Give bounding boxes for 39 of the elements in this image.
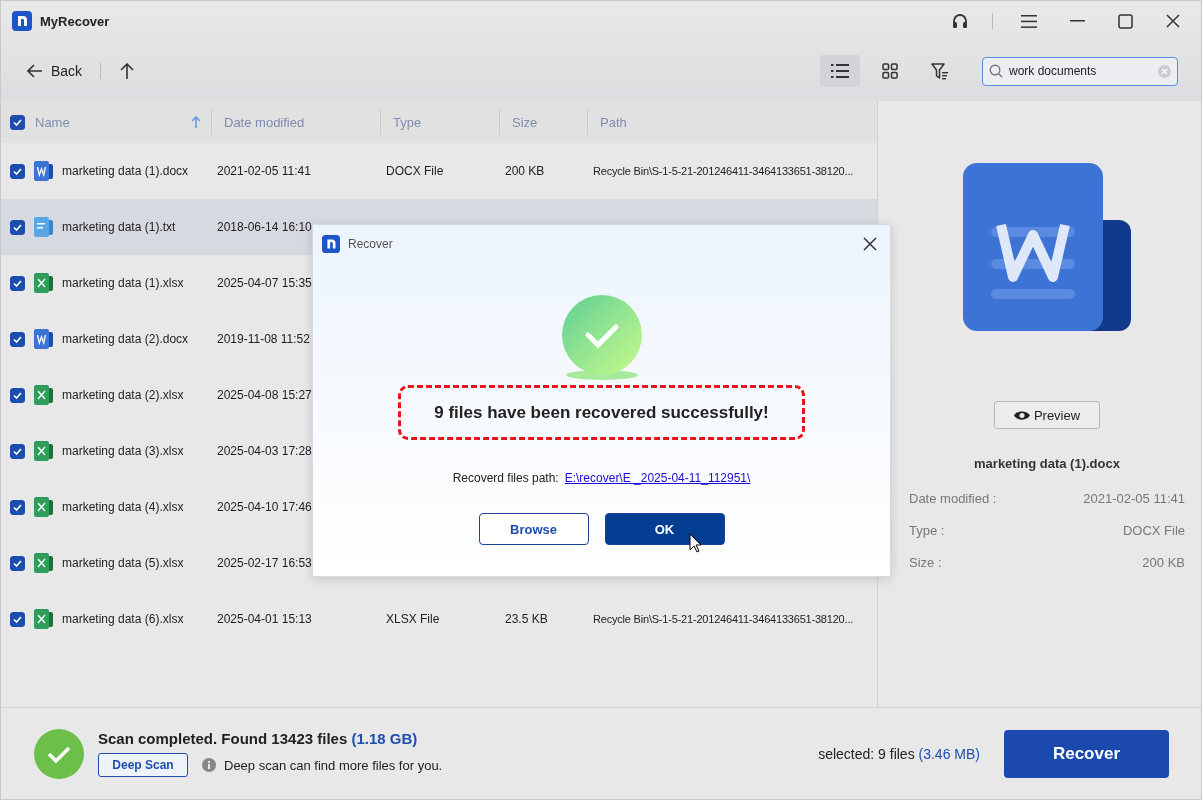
preview-file-name: marketing data (1).docx bbox=[974, 456, 1120, 471]
dialog-title: Recover bbox=[348, 237, 394, 251]
detail-value: 200 KB bbox=[1142, 555, 1185, 570]
file-name: marketing data (5).xlsx bbox=[62, 556, 184, 570]
date-cell-text: 2021-02-05 11:41 bbox=[216, 164, 312, 178]
path-cell-text: Recycle Bin\S-1-5-21-201246411-3464133651-38120... bbox=[592, 613, 855, 625]
scan-status-text: Scan completed. Found 13423 files (1.18 GB) bbox=[98, 730, 419, 747]
path-cell-text: Recycle Bin\S-1-5-21-201246411-3464133651-38120... bbox=[592, 165, 855, 177]
detail-label: Size : bbox=[909, 555, 942, 570]
path-label: Recoverd files path: bbox=[452, 471, 559, 485]
app-title: MyRecover bbox=[40, 13, 111, 29]
detail-label: Type : bbox=[909, 523, 945, 538]
date-cell-text: 2019-11-08 11:52 bbox=[216, 332, 311, 346]
date-cell-text: 2025-04-10 17:46 bbox=[216, 500, 313, 514]
file-name: marketing data (6).xlsx bbox=[62, 612, 184, 626]
date-cell-text: 2025-02-17 16:53 bbox=[216, 556, 313, 570]
date-cell-text: 2018-06-14 16:10 bbox=[216, 220, 313, 234]
detail-label: Date modified : bbox=[909, 491, 997, 506]
success-message: 9 files have been recovered successfully! bbox=[398, 385, 805, 440]
file-name: marketing data (2).xlsx bbox=[62, 388, 184, 402]
size-cell-text: 23.5 KB bbox=[504, 612, 549, 626]
selection-summary: selected: 9 files (3.46 MB) bbox=[818, 745, 980, 762]
hint-text: Deep scan can find more files for you. bbox=[224, 757, 443, 773]
search-query: work documents bbox=[1009, 64, 1098, 78]
file-name: marketing data (1).txt bbox=[62, 220, 176, 234]
file-name: marketing data (2).docx bbox=[62, 332, 189, 346]
type-cell-text: DOCX File bbox=[385, 164, 445, 178]
detail-value: DOCX File bbox=[1122, 523, 1185, 538]
date-cell-text: 2025-04-07 15:35 bbox=[216, 276, 313, 290]
type-cell-text: XLSX File bbox=[385, 612, 441, 626]
file-name: marketing data (1).docx bbox=[62, 164, 189, 178]
file-name: marketing data (3).xlsx bbox=[62, 444, 184, 458]
detail-value: 2021-02-05 11:41 bbox=[1083, 491, 1185, 506]
date-cell-text: 2025-04-08 15:27 bbox=[216, 388, 313, 402]
date-cell-text: 2025-04-01 15:13 bbox=[216, 612, 313, 626]
file-name: marketing data (4).xlsx bbox=[62, 500, 184, 514]
date-cell-text: 2025-04-03 17:28 bbox=[216, 444, 313, 458]
file-name: marketing data (1).xlsx bbox=[62, 276, 184, 290]
size-cell-text: 200 KB bbox=[504, 164, 546, 178]
